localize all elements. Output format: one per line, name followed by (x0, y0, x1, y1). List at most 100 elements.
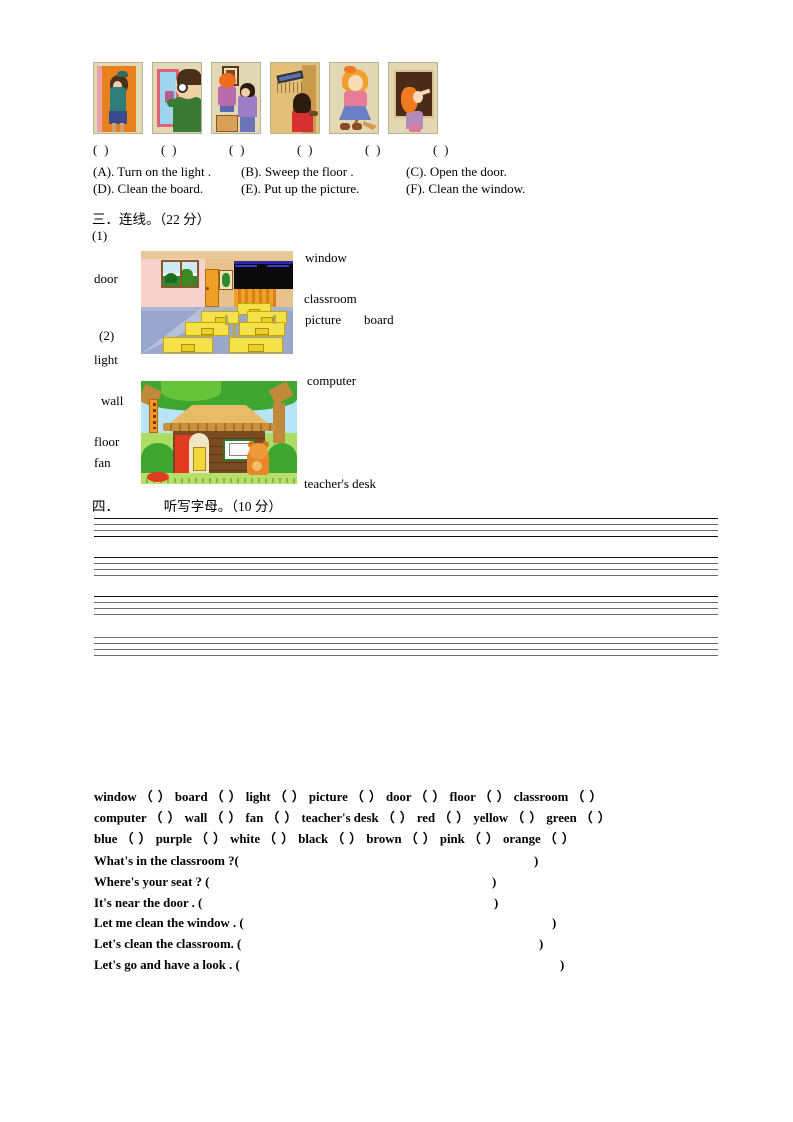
bag-shape (409, 125, 421, 132)
word-label-teachers-desk[interactable]: teacher's desk (304, 476, 376, 492)
rule-line (94, 575, 718, 576)
vocab-bracket[interactable]: （ ） (405, 832, 437, 846)
vocab-bracket[interactable]: （ ） (267, 811, 299, 825)
rule-line (94, 649, 718, 650)
rule-line (94, 536, 718, 537)
vocab-bracket[interactable]: （ ） (140, 790, 172, 804)
sentence-text: Let's go and have a look . ( (94, 957, 240, 972)
rule-line (94, 596, 718, 597)
answer-cell: ( ) (161, 143, 229, 158)
house-illustration (141, 381, 297, 484)
vocab-bracket[interactable]: （ ） (544, 832, 576, 846)
word-label-picture[interactable]: picture (305, 312, 341, 328)
vocab-bracket[interactable]: （ ） (572, 790, 604, 804)
body-shape (218, 86, 236, 106)
body-shape (344, 90, 367, 106)
bush-shape (141, 443, 175, 473)
vocab-bracket[interactable]: （ ） (274, 790, 306, 804)
vocab-word: light (245, 790, 271, 804)
rule-line (94, 569, 718, 570)
rule-line (94, 643, 718, 644)
vocab-bracket[interactable]: （ ） (195, 832, 227, 846)
sentence-row: Let's go and have a look . ( ) (94, 955, 719, 976)
vocab-bracket[interactable]: （ ） (211, 790, 243, 804)
sentence-close-paren[interactable]: ) (492, 872, 496, 893)
vocab-bracket[interactable]: （ ） (150, 811, 182, 825)
leg-shape (120, 123, 124, 132)
leg-shape (240, 115, 255, 132)
vocab-bracket[interactable]: （ ） (415, 790, 447, 804)
answer-cell: ( ) (93, 143, 161, 158)
vocab-bracket[interactable]: （ ） (438, 811, 470, 825)
stool-shape (216, 115, 238, 132)
word-label-computer[interactable]: computer (307, 373, 356, 389)
rule-line (94, 614, 718, 615)
vocab-bracket[interactable]: （ ） (121, 832, 153, 846)
sentence-row: What's in the classroom ?( ) (94, 851, 719, 872)
glasses-shape (177, 82, 188, 93)
option-row: (A). Turn on the light . (B). Sweep the … (93, 163, 586, 180)
roof-log-shape (163, 423, 275, 431)
sentence-text: What's in the classroom ?( (94, 854, 239, 868)
sentence-close-paren[interactable]: ) (539, 934, 543, 955)
vocab-bracket[interactable]: （ ） (382, 811, 414, 825)
handwriting-stave[interactable] (94, 637, 718, 656)
word-label-window[interactable]: window (305, 250, 347, 266)
vocab-bracket[interactable]: （ ） (580, 811, 612, 825)
exercise-1-label: (1) (92, 228, 108, 243)
answer-bracket-2[interactable]: ( ) (161, 143, 178, 157)
vocab-word: brown (366, 831, 402, 846)
vocab-word: classroom (513, 790, 569, 804)
broom-head-shape (363, 121, 377, 130)
section-four-title: 听写字母。（10 分） (163, 499, 282, 514)
sentence-row: It's near the door . ( ) (94, 893, 719, 914)
vocab-word: picture (308, 790, 348, 804)
desk-leg-shape (225, 315, 228, 325)
vocab-word: black (298, 831, 329, 846)
vocab-bracket[interactable]: （ ） (511, 811, 543, 825)
answer-bracket-3[interactable]: ( ) (229, 143, 246, 157)
rule-line (94, 608, 718, 609)
answer-bracket-5[interactable]: ( ) (365, 143, 382, 157)
face-shape (241, 88, 250, 97)
picture-turn-on-the-light (270, 62, 320, 134)
sentence-close-paren[interactable]: ) (534, 851, 538, 872)
vocab-bracket[interactable]: （ ） (263, 832, 295, 846)
sentence-close-paren[interactable]: ) (494, 893, 498, 914)
leg-shape (112, 123, 116, 132)
handwriting-stave[interactable] (94, 557, 718, 576)
vocab-bracket[interactable]: （ ） (211, 811, 243, 825)
light-rays-shape (277, 82, 305, 93)
classroom-illustration (141, 251, 293, 354)
sentence-text: Let's clean the classroom. ( (94, 937, 242, 952)
answer-bracket-6[interactable]: ( ) (433, 143, 450, 157)
bear-head-shape (249, 443, 268, 460)
word-label-board[interactable]: board (364, 312, 394, 328)
option-a: (A). Turn on the light . (93, 164, 212, 179)
vocab-word: board (174, 790, 208, 804)
sentence-close-paren[interactable]: ) (560, 955, 564, 976)
vocab-word: wall (184, 810, 208, 825)
handwriting-stave[interactable] (94, 596, 718, 615)
rule-line (94, 602, 718, 603)
handwriting-stave[interactable] (94, 518, 718, 537)
word-label-light[interactable]: light (94, 352, 118, 368)
word-label-classroom[interactable]: classroom (304, 291, 357, 307)
sentence-close-paren[interactable]: ) (552, 913, 556, 934)
shoe-shape (340, 123, 350, 130)
vocab-bracket[interactable]: （ ） (331, 832, 363, 846)
section-three-heading: 三．连线。（22 分） (92, 212, 211, 227)
sentence-text: Let me clean the window . ( (94, 916, 244, 931)
vocab-bracket[interactable]: （ ） (351, 790, 383, 804)
vocab-bracket[interactable]: （ ） (479, 790, 511, 804)
word-label-wall[interactable]: wall (101, 393, 123, 409)
answer-bracket-4[interactable]: ( ) (297, 143, 314, 157)
word-label-door[interactable]: door (94, 271, 118, 287)
word-label-fan[interactable]: fan (94, 455, 111, 471)
answer-bracket-1[interactable]: ( ) (93, 143, 110, 157)
vocab-bracket[interactable]: （ ） (468, 832, 500, 846)
word-label-floor[interactable]: floor (94, 434, 119, 450)
desk-shape (239, 322, 285, 336)
window-shape (161, 260, 199, 288)
vocab-word: orange (502, 831, 541, 846)
